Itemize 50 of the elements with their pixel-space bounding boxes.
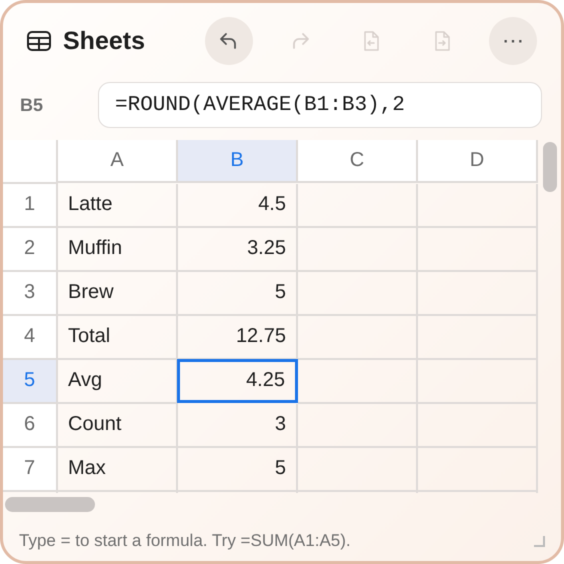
status-text: Type = to start a formula. Try =SUM(A1:A5). (19, 531, 352, 552)
table-cell[interactable]: Count (58, 404, 178, 448)
table-cell[interactable]: 3 (178, 404, 298, 448)
table-cell[interactable] (298, 272, 418, 316)
table-cell[interactable] (418, 184, 538, 228)
table-cell[interactable] (298, 404, 418, 448)
table-cell[interactable]: Total (58, 316, 178, 360)
table-cell[interactable]: Avg (58, 360, 178, 404)
column-header[interactable]: A (58, 140, 178, 183)
row-header[interactable]: 6 (3, 404, 58, 448)
table-cell[interactable] (418, 448, 538, 492)
table-cell[interactable] (418, 316, 538, 360)
table-cell[interactable]: 4.25 (177, 358, 298, 403)
column-header[interactable]: C (298, 140, 418, 183)
table-cell[interactable]: Brew (58, 272, 178, 316)
formula-field[interactable]: =ROUND(AVERAGE(B1:B3),2 (98, 82, 542, 128)
resize-grip-icon[interactable] (533, 535, 545, 548)
table-cell[interactable]: Muffin (58, 228, 178, 272)
table-cell[interactable]: 5 (178, 448, 298, 492)
table-cell[interactable] (418, 272, 538, 316)
row-header[interactable]: 7 (3, 448, 58, 492)
table-cell[interactable] (418, 404, 538, 448)
table-cell[interactable]: 3.25 (178, 228, 298, 272)
table-icon (27, 31, 51, 52)
table-cell[interactable] (418, 228, 538, 272)
row-header[interactable]: 2 (3, 228, 58, 272)
table-cell[interactable] (298, 360, 418, 404)
row-header[interactable]: 1 (3, 184, 58, 228)
table-cell[interactable]: Latte (58, 184, 178, 228)
table-cell[interactable] (298, 448, 418, 492)
cell-reference: B5 (20, 94, 44, 116)
row-header[interactable]: 4 (3, 316, 58, 360)
row-header[interactable]: 3 (3, 272, 58, 316)
undo-button[interactable] (205, 17, 253, 66)
table-cell[interactable]: Max (58, 448, 178, 492)
table-cell[interactable]: 5 (178, 272, 298, 316)
table-cell[interactable] (298, 228, 418, 272)
vertical-scrollbar[interactable] (543, 142, 557, 192)
table-cell[interactable]: 4.5 (178, 184, 298, 228)
table-cell[interactable]: 12.75 (178, 316, 298, 360)
table-cell[interactable] (418, 360, 538, 404)
more-button[interactable]: ⋯ (489, 17, 537, 66)
row-header[interactable]: 5 (3, 360, 58, 404)
window-title: Sheets (63, 26, 146, 56)
table-cell[interactable] (298, 184, 418, 228)
table-cell[interactable] (298, 316, 418, 360)
column-header[interactable]: D (418, 140, 538, 183)
horizontal-scrollbar[interactable] (5, 496, 95, 512)
grid-corner[interactable] (3, 140, 58, 184)
column-header[interactable]: B (178, 140, 298, 183)
